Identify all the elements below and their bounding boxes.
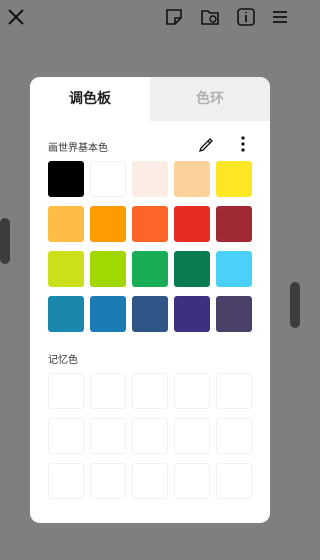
color-swatch[interactable] bbox=[174, 251, 210, 287]
color-swatch[interactable] bbox=[48, 161, 84, 197]
more-vertical-icon[interactable] bbox=[233, 134, 253, 154]
color-swatch[interactable] bbox=[216, 161, 252, 197]
memory-color-slot[interactable] bbox=[174, 373, 210, 409]
color-swatch[interactable] bbox=[174, 206, 210, 242]
close-icon[interactable] bbox=[4, 5, 28, 29]
right-side-handle[interactable] bbox=[290, 282, 300, 328]
color-swatch[interactable] bbox=[90, 251, 126, 287]
color-swatch[interactable] bbox=[90, 206, 126, 242]
color-swatch[interactable] bbox=[174, 296, 210, 332]
color-swatch[interactable] bbox=[216, 251, 252, 287]
memory-color-slot[interactable] bbox=[90, 418, 126, 454]
color-swatch[interactable] bbox=[132, 161, 168, 197]
color-swatch[interactable] bbox=[48, 296, 84, 332]
color-swatch[interactable] bbox=[90, 296, 126, 332]
memory-color-slot[interactable] bbox=[216, 373, 252, 409]
memory-color-slot[interactable] bbox=[174, 463, 210, 499]
memory-color-slot[interactable] bbox=[132, 463, 168, 499]
color-picker-panel: 调色板 色环 画世界基本色 记忆色 bbox=[30, 77, 270, 523]
memory-color-slot[interactable] bbox=[132, 418, 168, 454]
color-swatch[interactable] bbox=[216, 296, 252, 332]
memory-color-slot[interactable] bbox=[48, 418, 84, 454]
basic-colors-title: 画世界基本色 bbox=[48, 143, 108, 154]
info-icon[interactable] bbox=[234, 5, 258, 29]
memory-color-slot[interactable] bbox=[90, 373, 126, 409]
basic-color-grid bbox=[48, 161, 252, 332]
memory-color-grid bbox=[48, 373, 252, 499]
memory-color-slot[interactable] bbox=[48, 373, 84, 409]
tab-palette[interactable]: 调色板 bbox=[30, 77, 150, 121]
memory-color-slot[interactable] bbox=[48, 463, 84, 499]
eyedropper-icon[interactable] bbox=[196, 135, 216, 155]
color-swatch[interactable] bbox=[48, 251, 84, 287]
color-swatch[interactable] bbox=[174, 161, 210, 197]
memory-colors-title: 记忆色 bbox=[48, 355, 78, 366]
top-toolbar bbox=[0, 0, 300, 36]
memory-color-slot[interactable] bbox=[132, 373, 168, 409]
folder-icon[interactable] bbox=[198, 5, 222, 29]
color-swatch[interactable] bbox=[132, 251, 168, 287]
memory-color-slot[interactable] bbox=[216, 418, 252, 454]
color-swatch[interactable] bbox=[216, 206, 252, 242]
memory-color-slot[interactable] bbox=[216, 463, 252, 499]
sticker-icon[interactable] bbox=[162, 5, 186, 29]
color-swatch[interactable] bbox=[48, 206, 84, 242]
tab-color-wheel[interactable]: 色环 bbox=[150, 77, 270, 121]
color-swatch[interactable] bbox=[132, 206, 168, 242]
left-side-handle[interactable] bbox=[0, 218, 10, 264]
color-swatch[interactable] bbox=[90, 161, 126, 197]
memory-color-slot[interactable] bbox=[174, 418, 210, 454]
color-tabs: 调色板 色环 bbox=[30, 77, 270, 121]
memory-color-slot[interactable] bbox=[90, 463, 126, 499]
color-swatch[interactable] bbox=[132, 296, 168, 332]
menu-icon[interactable] bbox=[268, 5, 292, 29]
